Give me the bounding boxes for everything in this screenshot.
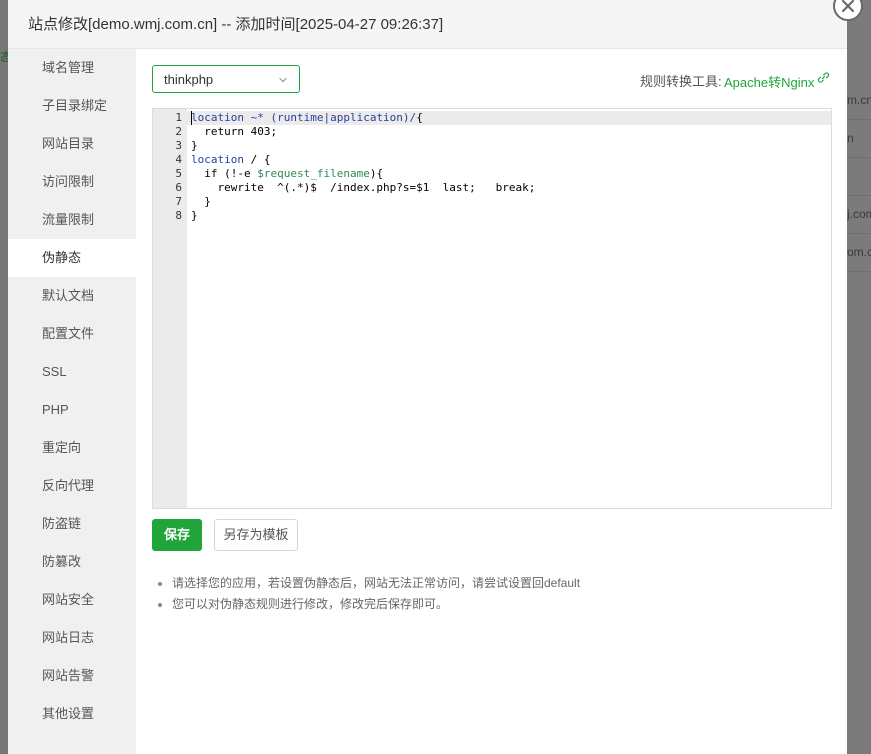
sidebar-item-other-settings[interactable]: 其他设置 (8, 695, 136, 733)
sidebar-item-access-limit[interactable]: 访问限制 (8, 163, 136, 201)
sidebar-item-hotlink-protection[interactable]: 防盗链 (8, 505, 136, 543)
sidebar-item-ssl[interactable]: SSL (8, 353, 136, 391)
code-line: location / { (191, 153, 271, 166)
code-line: return 403; (191, 125, 278, 138)
code-line: if (!-e $request_filename){ (191, 167, 384, 180)
sidebar-item-site-log[interactable]: 网站日志 (8, 619, 136, 657)
rule-convert-tool-label: 规则转换工具: (640, 74, 722, 89)
rewrite-code-editor[interactable]: 1 2 3 4 5 6 7 8 location ~* (runtime|app… (152, 108, 832, 509)
line-number: 8 (175, 209, 182, 222)
help-tips: 请选择您的应用，若设置伪静态后，网站无法正常访问，请尝试设置回default 您… (156, 573, 580, 615)
background-cell: j.com (847, 196, 871, 234)
close-icon (841, 0, 855, 13)
line-number: 5 (175, 167, 182, 180)
sidebar-item-php[interactable]: PHP (8, 391, 136, 429)
sidebar-item-redirect[interactable]: 重定向 (8, 429, 136, 467)
apache-to-nginx-link[interactable]: Apache转Nginx (724, 72, 814, 91)
save-as-template-button[interactable]: 另存为模板 (214, 519, 298, 551)
site-edit-modal: 站点修改[demo.wmj.com.cn] -- 添加时间[2025-04-27… (8, 0, 863, 754)
tip-item: 请选择您的应用，若设置伪静态后，网站无法正常访问，请尝试设置回default (156, 573, 580, 594)
code-line: location ~* (runtime|application)/{ (191, 111, 423, 124)
modal-title: 站点修改[demo.wmj.com.cn] -- 添加时间[2025-04-27… (28, 16, 444, 33)
background-cell: om.cn (847, 234, 871, 272)
background-right-column: m.cn n j.com om.cn (847, 0, 871, 754)
rewrite-template-select[interactable]: thinkphp (152, 65, 300, 93)
background-cell: n (847, 120, 871, 158)
sidebar-item-traffic-limit[interactable]: 流量限制 (8, 201, 136, 239)
background-cell: m.cn (847, 82, 871, 120)
sidebar-item-tamper-protection[interactable]: 防篡改 (8, 543, 136, 581)
save-button[interactable]: 保存 (152, 519, 202, 551)
line-number: 2 (175, 125, 182, 138)
sidebar-item-site-alert[interactable]: 网站告警 (8, 657, 136, 695)
sidebar-item-site-directory[interactable]: 网站目录 (8, 125, 136, 163)
settings-sidebar: 域名管理 子目录绑定 网站目录 访问限制 流量限制 伪静态 默认文档 配置文件 … (8, 49, 136, 754)
sidebar-item-rewrite[interactable]: 伪静态 (8, 239, 136, 277)
code-line: } (191, 209, 198, 222)
line-number: 4 (175, 153, 182, 166)
background-cell (847, 158, 871, 196)
sidebar-item-default-doc[interactable]: 默认文档 (8, 277, 136, 315)
rewrite-panel: thinkphp 规则转换工具: Apache转Nginx 1 2 3 4 5 … (136, 49, 847, 754)
line-number: 3 (175, 139, 182, 152)
code-line: } (191, 139, 198, 152)
background-left-strip: 态 (0, 0, 8, 754)
sidebar-item-site-security[interactable]: 网站安全 (8, 581, 136, 619)
line-number: 1 (175, 111, 182, 124)
chevron-down-icon (279, 77, 287, 83)
sidebar-item-domain[interactable]: 域名管理 (8, 49, 136, 87)
line-number: 7 (175, 195, 182, 208)
rewrite-template-value: thinkphp (164, 72, 214, 87)
sidebar-item-config-file[interactable]: 配置文件 (8, 315, 136, 353)
background-left-text: 态 (0, 50, 8, 64)
link-icon[interactable] (817, 71, 830, 84)
text-cursor (191, 111, 192, 125)
code-line: rewrite ^(.*)$ /index.php?s=$1 last; bre… (191, 181, 536, 194)
modal-header: 站点修改[demo.wmj.com.cn] -- 添加时间[2025-04-27… (8, 0, 847, 49)
tip-item: 您可以对伪静态规则进行修改，修改完后保存即可。 (156, 594, 580, 615)
code-line: } (191, 195, 211, 208)
line-number: 6 (175, 181, 182, 194)
sidebar-item-reverse-proxy[interactable]: 反向代理 (8, 467, 136, 505)
sidebar-item-subdir-binding[interactable]: 子目录绑定 (8, 87, 136, 125)
